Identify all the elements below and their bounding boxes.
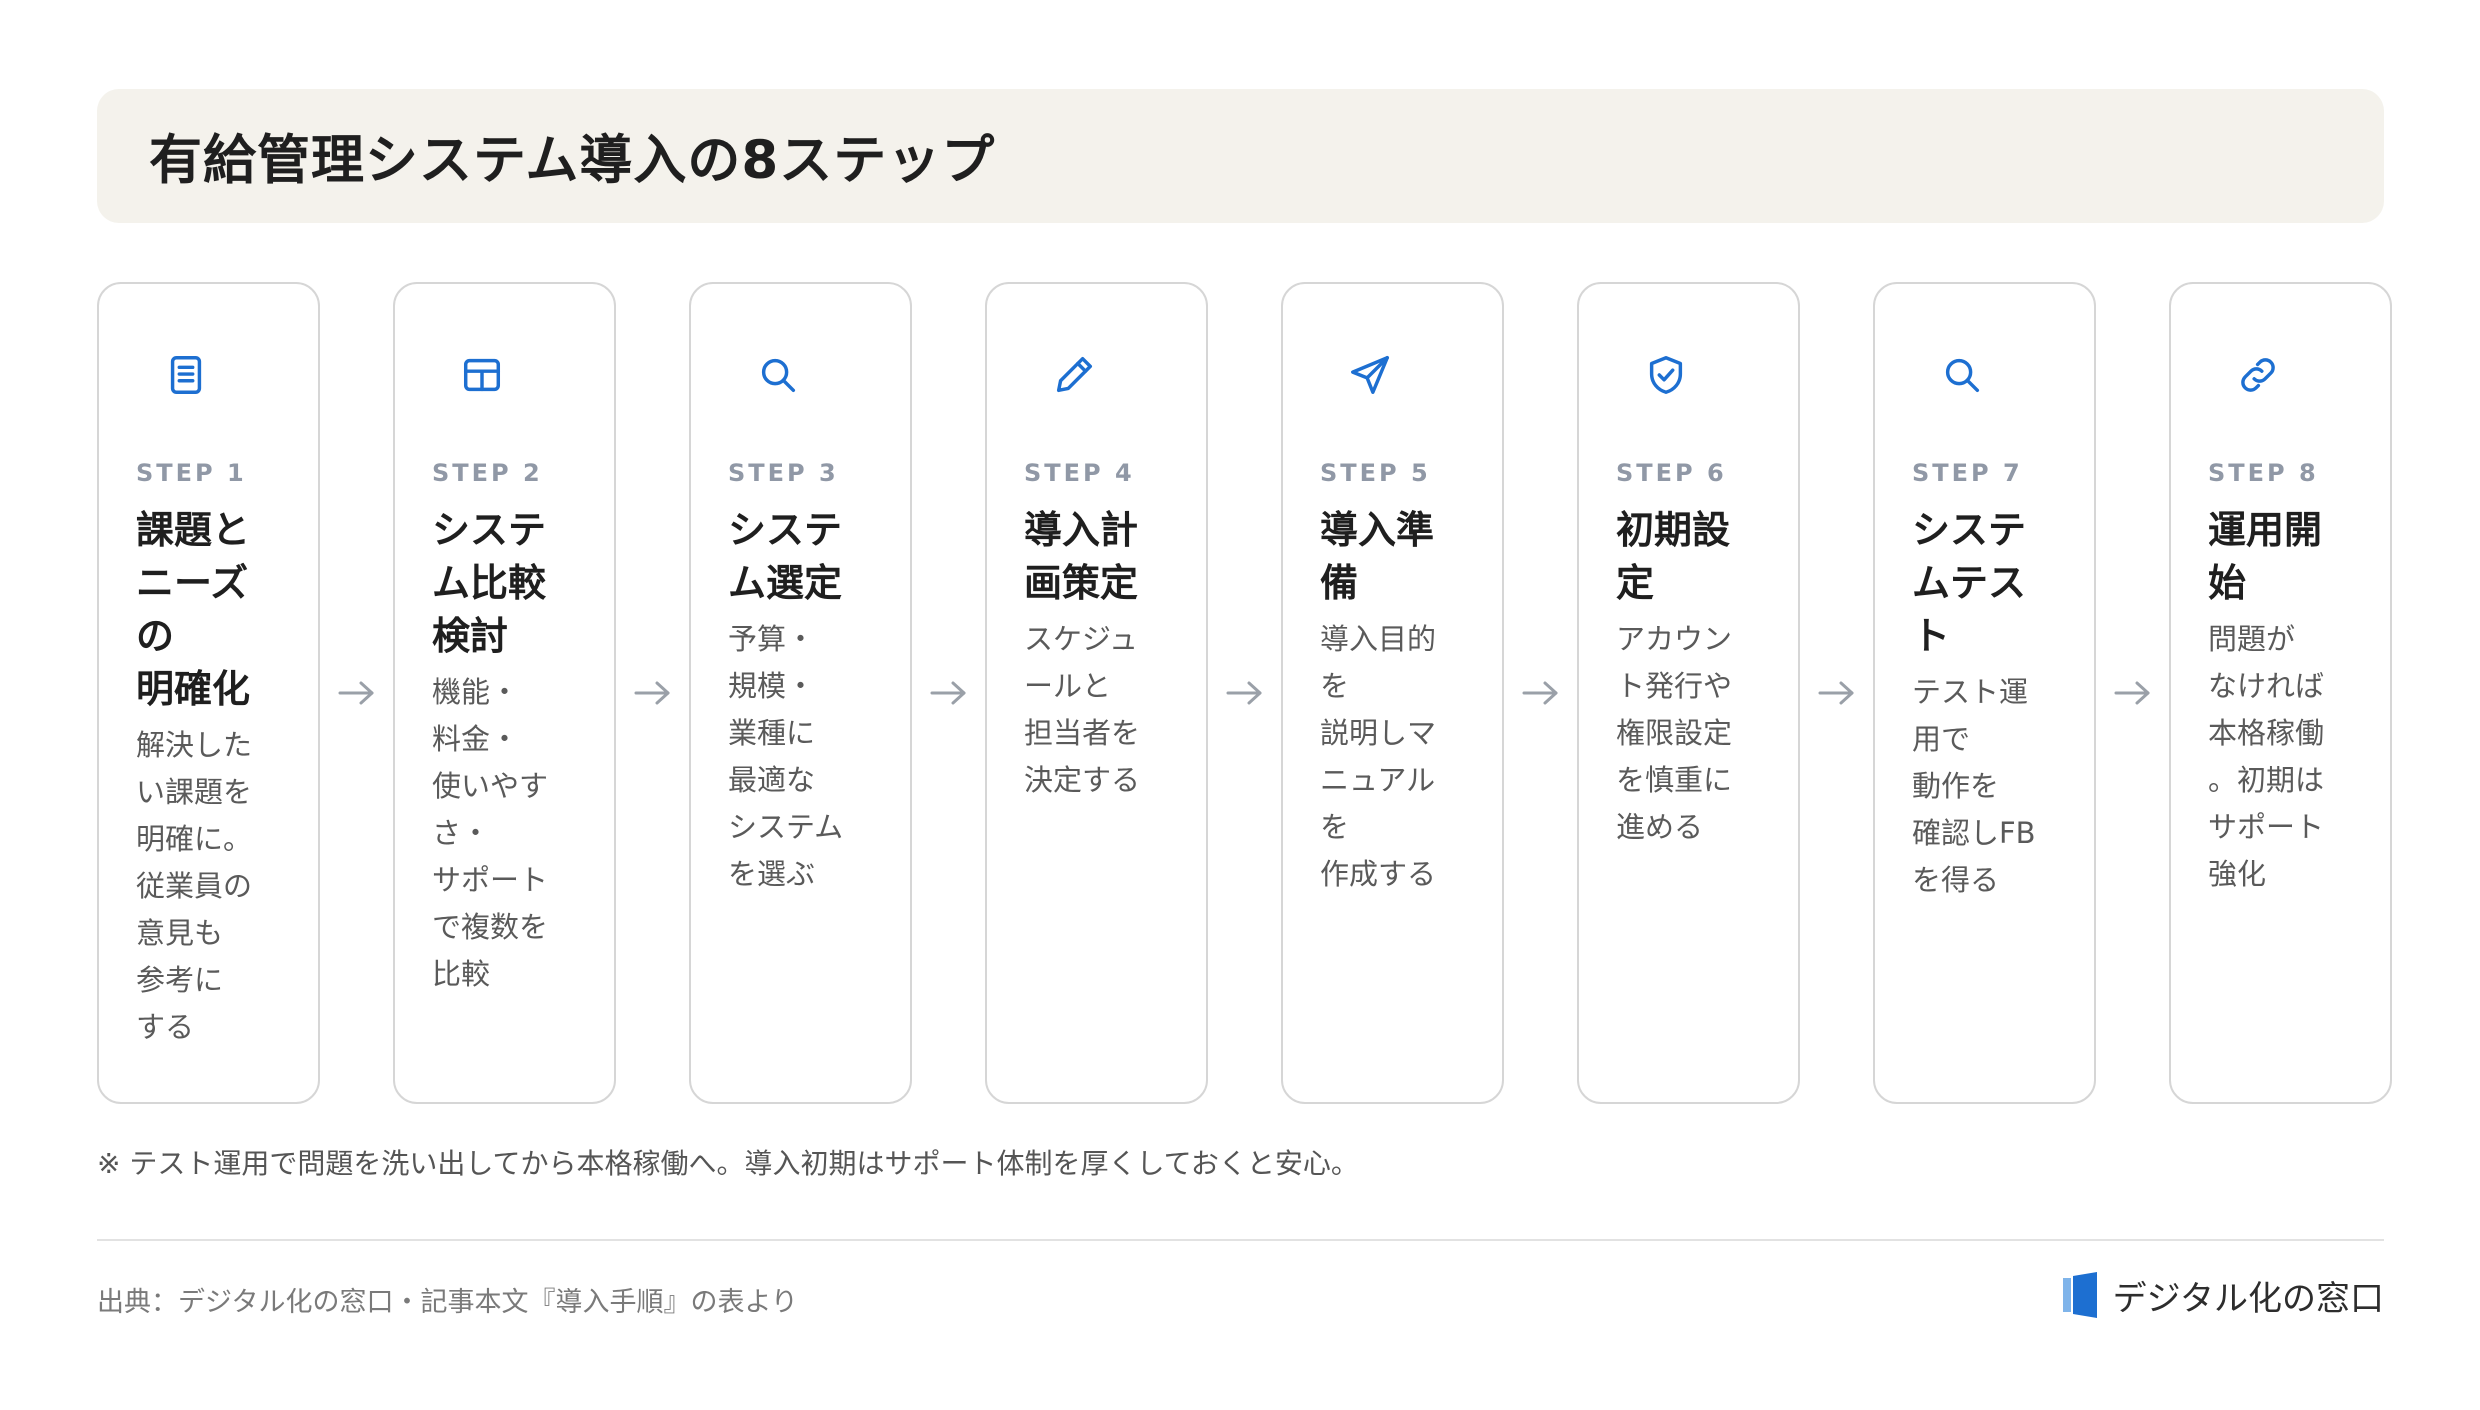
brand: デジタル化の窓口 — [2062, 1272, 2384, 1319]
steps-row: STEP 1 課題と ニーズ の 明確化解決した い課題を 明確に。 従業員の … — [97, 282, 2392, 1104]
arrow-right-icon — [1800, 282, 1873, 1104]
step-title-text: システ ムテス ト — [1912, 508, 2027, 658]
step-label: STEP 1 — [136, 459, 247, 487]
brand-name: デジタル化の窓口 — [2112, 1278, 2384, 1319]
step-card-3: STEP 3 システ ム選定予算・ 規模・ 業種に 最適な システム を選ぶ — [689, 282, 912, 1104]
step-title-text: システ ム比較 検討 — [432, 508, 547, 658]
document-icon — [163, 352, 209, 398]
search-icon — [1939, 352, 1985, 398]
step-title-text: 導入計 画策定 — [1024, 508, 1139, 605]
step-title-text: 運用開 始 — [2208, 508, 2323, 605]
step-label: STEP 3 — [728, 459, 839, 487]
step-label: STEP 4 — [1024, 459, 1135, 487]
step-title: 課題と ニーズ の 明確化解決した い課題を 明確に。 従業員の 意見も 参考に… — [136, 504, 306, 1051]
step-title-text: 初期設 定 — [1616, 508, 1731, 605]
step-title-text: 導入準 備 — [1320, 508, 1435, 605]
step-card-2: STEP 2 システ ム比較 検討機能・ 料金・ 使いやす さ・ サポート で複… — [393, 282, 616, 1104]
step-description: テスト運 用で 動作を 確認しFB を得る — [1912, 675, 2036, 897]
step-title-text: システ ム選定 — [728, 508, 843, 605]
step-label: STEP 5 — [1320, 459, 1431, 487]
arrow-right-icon — [2096, 282, 2169, 1104]
step-title-text: 課題と ニーズ の 明確化 — [136, 508, 251, 711]
send-icon — [1347, 352, 1393, 398]
step-card-8: STEP 8 運用開 始問題が なければ 本格稼働 。初期は サポート 強化 — [2169, 282, 2392, 1104]
step-title: システ ム選定予算・ 規模・ 業種に 最適な システム を選ぶ — [728, 504, 898, 898]
step-title: システ ムテス トテスト運 用で 動作を 確認しFB を得る — [1912, 504, 2082, 904]
step-title: 運用開 始問題が なければ 本格稼働 。初期は サポート 強化 — [2208, 504, 2378, 898]
pencil-icon — [1051, 352, 1097, 398]
step-card-7: STEP 7 システ ムテス トテスト運 用で 動作を 確認しFB を得る — [1873, 282, 2096, 1104]
source-citation: 出典：デジタル化の窓口・記事本文『導入手順』の表より — [97, 1287, 798, 1318]
step-description: アカウン ト発行や 権限設定 を慎重に 進める — [1616, 622, 1733, 844]
step-description: スケジュ ールと 担当者を 決定する — [1024, 622, 1141, 797]
step-card-6: STEP 6 初期設 定アカウン ト発行や 権限設定 を慎重に 進める — [1577, 282, 1800, 1104]
search-icon — [755, 352, 801, 398]
step-label: STEP 6 — [1616, 459, 1727, 487]
step-description: 予算・ 規模・ 業種に 最適な システム を選ぶ — [728, 622, 844, 891]
step-card-1: STEP 1 課題と ニーズ の 明確化解決した い課題を 明確に。 従業員の … — [97, 282, 320, 1104]
divider — [97, 1239, 2384, 1241]
footnote: ※ テスト運用で問題を洗い出してから本格稼働へ。導入初期はサポート体制を厚くして… — [97, 1147, 1359, 1180]
table-icon — [459, 352, 505, 398]
link-icon — [2235, 352, 2281, 398]
step-title: 導入準 備導入目的 を 説明しマ ニュアル を 作成する — [1320, 504, 1490, 898]
step-title: 導入計 画策定スケジュ ールと 担当者を 決定する — [1024, 504, 1194, 804]
arrow-right-icon — [320, 282, 393, 1104]
step-description: 導入目的 を 説明しマ ニュアル を 作成する — [1320, 622, 1437, 891]
arrow-right-icon — [1208, 282, 1281, 1104]
step-description: 問題が なければ 本格稼働 。初期は サポート 強化 — [2208, 622, 2325, 891]
step-description: 機能・ 料金・ 使いやす さ・ サポート で複数を 比較 — [432, 675, 549, 991]
shield-check-icon — [1643, 352, 1689, 398]
arrow-right-icon — [912, 282, 985, 1104]
brand-logo-icon — [2062, 1272, 2101, 1318]
arrow-right-icon — [1504, 282, 1577, 1104]
step-label: STEP 8 — [2208, 459, 2319, 487]
arrow-right-icon — [616, 282, 689, 1104]
step-description: 解決した い課題を 明確に。 従業員の 意見も 参考に する — [136, 728, 253, 1044]
step-label: STEP 7 — [1912, 459, 2023, 487]
step-title: システ ム比較 検討機能・ 料金・ 使いやす さ・ サポート で複数を 比較 — [432, 504, 602, 998]
title-banner: 有給管理システム導入の8ステップ — [97, 89, 2384, 223]
step-title: 初期設 定アカウン ト発行や 権限設定 を慎重に 進める — [1616, 504, 1786, 851]
step-label: STEP 2 — [432, 459, 543, 487]
step-card-5: STEP 5 導入準 備導入目的 を 説明しマ ニュアル を 作成する — [1281, 282, 1504, 1104]
step-card-4: STEP 4 導入計 画策定スケジュ ールと 担当者を 決定する — [985, 282, 1208, 1104]
page-title: 有給管理システム導入の8ステップ — [149, 130, 996, 191]
